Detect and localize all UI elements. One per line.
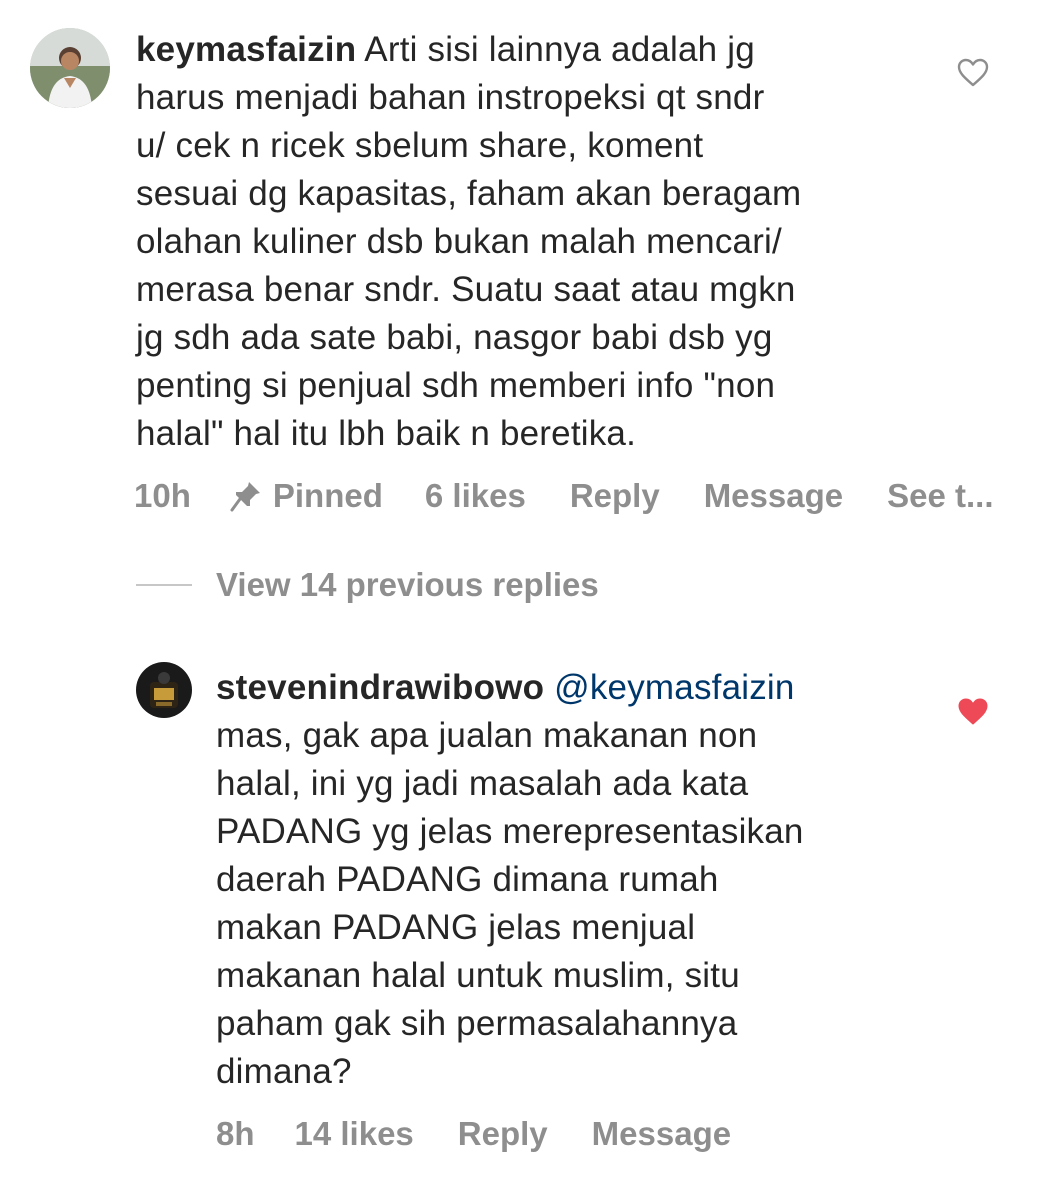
view-replies-label: View 14 previous replies bbox=[216, 566, 599, 603]
likes-count[interactable]: 14 likes bbox=[295, 1115, 414, 1153]
likes-count[interactable]: 6 likes bbox=[425, 477, 526, 515]
comment-text: keymasfaizin Arti sisi lainnya adalah jg… bbox=[136, 26, 936, 458]
view-previous-replies-button[interactable]: View 14 previous replies bbox=[136, 566, 599, 604]
comment-text-line: mas, gak apa jualan makanan non bbox=[216, 716, 758, 755]
comment-line: keymasfaizin Arti sisi lainnya adalah jg bbox=[136, 26, 936, 74]
comment-text-line: olahan kuliner dsb bukan malah mencari/ bbox=[136, 222, 782, 261]
comment-text-line: paham gak sih permasalahannya bbox=[216, 1004, 738, 1043]
avatar-photo bbox=[30, 28, 110, 108]
pin-icon bbox=[229, 479, 263, 513]
comment-line: stevenindrawibowo @keymasfaizin bbox=[216, 664, 956, 712]
avatar[interactable] bbox=[30, 28, 110, 108]
comment-text-line: penting si penjual sdh memberi info "non bbox=[136, 366, 776, 405]
comment-text-line: daerah PADANG dimana rumah bbox=[216, 860, 719, 899]
comment-text-line: PADANG yg jelas merepresentasikan bbox=[216, 812, 804, 851]
comment-time: 8h bbox=[216, 1115, 255, 1152]
comment-text: stevenindrawibowo @keymasfaizin mas, gak… bbox=[216, 664, 956, 1096]
reply-button[interactable]: Reply bbox=[570, 477, 660, 515]
comment-text-line: u/ cek n ricek sbelum share, koment bbox=[136, 126, 704, 165]
comment-text-line: makan PADANG jelas menjual bbox=[216, 908, 696, 947]
comment-time: 10h bbox=[134, 477, 191, 514]
avatar[interactable] bbox=[136, 662, 192, 718]
divider-line bbox=[136, 584, 192, 586]
comment-text-line: dimana? bbox=[216, 1052, 352, 1091]
comment-text-line: merasa benar sndr. Suatu saat atau mgkn bbox=[136, 270, 796, 309]
comment-text-line: jg sdh ada sate babi, nasgor babi dsb yg bbox=[136, 318, 773, 357]
comment-text-line: makanan halal untuk muslim, situ bbox=[216, 956, 740, 995]
comment-username[interactable]: keymasfaizin bbox=[136, 30, 356, 69]
comment-text-line: harus menjadi bahan instropeksi qt sndr bbox=[136, 78, 765, 117]
see-translation-button[interactable]: See t... bbox=[887, 477, 993, 515]
avatar-photo bbox=[136, 662, 192, 718]
mention-link[interactable]: @keymasfaizin bbox=[554, 668, 794, 707]
comment-username[interactable]: stevenindrawibowo bbox=[216, 668, 544, 707]
heart-filled-icon[interactable] bbox=[957, 697, 989, 727]
pinned-label: Pinned bbox=[272, 477, 383, 514]
comment-text-line: sesuai dg kapasitas, faham akan beragam bbox=[136, 174, 802, 213]
message-button[interactable]: Message bbox=[704, 477, 843, 515]
comment-meta: 10h Pinned 6 likes Reply Message See t..… bbox=[134, 476, 994, 516]
heart-outline-icon[interactable] bbox=[957, 58, 989, 88]
message-button[interactable]: Message bbox=[592, 1115, 731, 1153]
comment-text-line: Arti sisi lainnya adalah jg bbox=[364, 30, 755, 69]
comment-meta: 8h 14 likes Reply Message bbox=[216, 1114, 731, 1154]
reply-button[interactable]: Reply bbox=[458, 1115, 548, 1153]
comment-text-line: halal, ini yg jadi masalah ada kata bbox=[216, 764, 749, 803]
comment-text-line: halal" hal itu lbh baik n beretika. bbox=[136, 414, 637, 453]
